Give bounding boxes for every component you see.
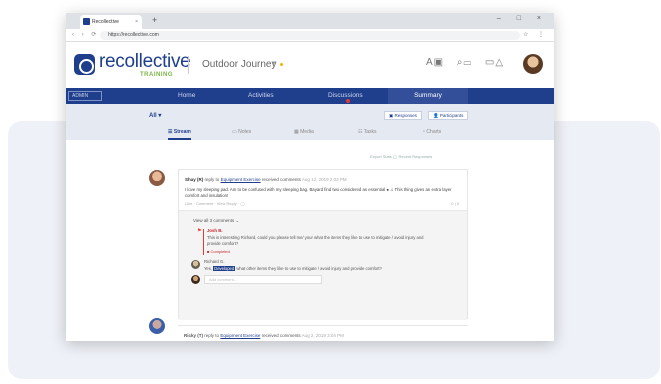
comment-text: This is interesting Richard, could you p… [207, 235, 424, 246]
post-counts: 0 | 0 [451, 201, 459, 206]
brand-name: recollective [99, 51, 191, 72]
journey-selector[interactable]: Outdoor Journey [202, 59, 277, 70]
window-controls[interactable]: – □ × [497, 15, 548, 22]
post-title: Ricky (T) reply to Equipment Exercise re… [184, 333, 344, 338]
chevron-down-icon[interactable]: ▾ [272, 59, 276, 67]
nav-discussions[interactable]: Discussions [328, 88, 374, 104]
brand-subtitle: TRAINING [140, 72, 173, 78]
tab-strip: Recollective × + – □ × [66, 13, 554, 29]
tab-charts[interactable]: ◔ Charts [422, 126, 441, 140]
comment-author[interactable]: Richard G. [204, 259, 225, 264]
new-tab-button[interactable]: + [152, 15, 157, 25]
post-verb: reply to [204, 177, 220, 182]
post-title: Shay (R) reply to Equipment Exercise rec… [185, 177, 347, 182]
avatar [191, 260, 200, 269]
comment-status-label: Completed [210, 249, 230, 254]
address-bar: ‹ › ⟳ https://recollective.com ☆ ⋮ [66, 29, 554, 42]
search-icon[interactable]: ⌕▭ [457, 57, 472, 68]
avatar[interactable] [149, 170, 165, 186]
header-icons: A▣ ⌕▭ ▭△ [426, 57, 513, 68]
tab-stream-label: Stream [173, 129, 191, 135]
tab-media[interactable]: ▦ Media [294, 126, 314, 140]
star-icon[interactable]: ☆ ⋮ [523, 31, 548, 38]
post-activity-link[interactable]: Equipment Exercise [221, 177, 261, 182]
response-card: Shay (R) reply to Equipment Exercise rec… [178, 169, 468, 320]
tab-stream[interactable]: ☰ Stream [168, 126, 191, 140]
notifications-icon[interactable]: ▭△ [485, 57, 504, 68]
highlighted-word: Developed [213, 266, 236, 271]
translate-icon[interactable]: A▣ [426, 57, 444, 68]
nav-home[interactable]: Home [178, 88, 200, 104]
browser-tab[interactable]: Recollective × [80, 15, 142, 29]
tab-title: Recollective [92, 19, 119, 25]
status-dot [280, 63, 283, 66]
post-verb2: received comments [261, 177, 301, 182]
post-body: I love my sleeping pad. Am to be confuse… [185, 187, 452, 198]
view-tabs: ☰ Stream ▭ Notes ▦ Media ☷ Tasks ◔ Chart… [66, 126, 554, 140]
all-filter[interactable]: All ▾ [149, 112, 161, 119]
stream-content: Export Stats ◯ Recent Responses Shay (R)… [66, 140, 554, 341]
tab-tasks[interactable]: ☷ Tasks [358, 126, 377, 140]
nav-activities[interactable]: Activities [248, 88, 284, 104]
sort-options[interactable]: Export Stats ◯ Recent Responses [370, 154, 432, 159]
post-verb2: received comments [261, 333, 301, 338]
app-header: recollective TRAINING Outdoor Journey ▾ … [66, 42, 554, 88]
tab-notes-label: Notes [238, 129, 252, 135]
comment-rest: what other items they like to use to mit… [236, 266, 382, 271]
avatar [191, 275, 200, 284]
main-nav: ADMIN Home Activities Discussions Summar… [66, 88, 554, 104]
post-author[interactable]: Shay (R) [185, 177, 203, 182]
post-activity-link[interactable]: Equipment Exercise [220, 333, 260, 338]
post-date: Aug 2, 2019 3:04 PM [301, 333, 344, 338]
tab-notes[interactable]: ▭ Notes [232, 126, 251, 140]
close-tab-icon[interactable]: × [135, 15, 138, 29]
responses-label: Responses [394, 113, 418, 118]
comments-section: View all 3 comments ⌄ ⚑ Josh B. This is … [179, 210, 467, 320]
tab-media-label: Media [300, 129, 314, 135]
browser-window: Recollective × + – □ × ‹ › ⟳ https://rec… [66, 13, 554, 341]
nav-buttons[interactable]: ‹ › ⟳ [72, 31, 99, 38]
comment-status: ■ Completed [207, 249, 230, 254]
post-date: Aug 12, 2019 2:03 PM [301, 177, 347, 182]
notification-badge [346, 99, 350, 103]
tab-tasks-label: Tasks [363, 129, 377, 135]
logo-icon [74, 54, 95, 75]
favicon-icon [83, 18, 90, 25]
comment-text: Yes, Developed what other items they lik… [204, 266, 454, 271]
filter-bar: All ▾ ▣ Responses 👤 Participants ☰ Strea… [66, 104, 554, 140]
comment-author[interactable]: Josh B. [207, 228, 223, 233]
comment-indicator [203, 229, 204, 255]
post-verb: reply to [204, 333, 220, 338]
tab-charts-label: Charts [426, 129, 442, 135]
comment-input[interactable]: Add comment... [204, 275, 322, 284]
url-field[interactable]: https://recollective.com [100, 31, 520, 40]
responses-button[interactable]: ▣ Responses [384, 111, 423, 120]
response-card: Ricky (T) reply to Equipment Exercise re… [178, 325, 468, 341]
comment-prefix: Yes, [204, 266, 212, 271]
flag-icon: ⚑ [197, 228, 202, 234]
avatar[interactable] [149, 318, 165, 334]
post-actions[interactable]: Like · Comment · View Reply · ◯ [185, 201, 245, 206]
participants-label: Participants [439, 113, 464, 118]
participants-button[interactable]: 👤 Participants [428, 111, 469, 120]
divider [188, 56, 189, 74]
post-author[interactable]: Ricky (T) [184, 333, 203, 338]
avatar[interactable] [523, 54, 543, 74]
admin-button[interactable]: ADMIN [68, 91, 102, 101]
nav-summary[interactable]: Summary [388, 88, 468, 104]
view-all-comments[interactable]: View all 3 comments ⌄ [193, 218, 239, 224]
